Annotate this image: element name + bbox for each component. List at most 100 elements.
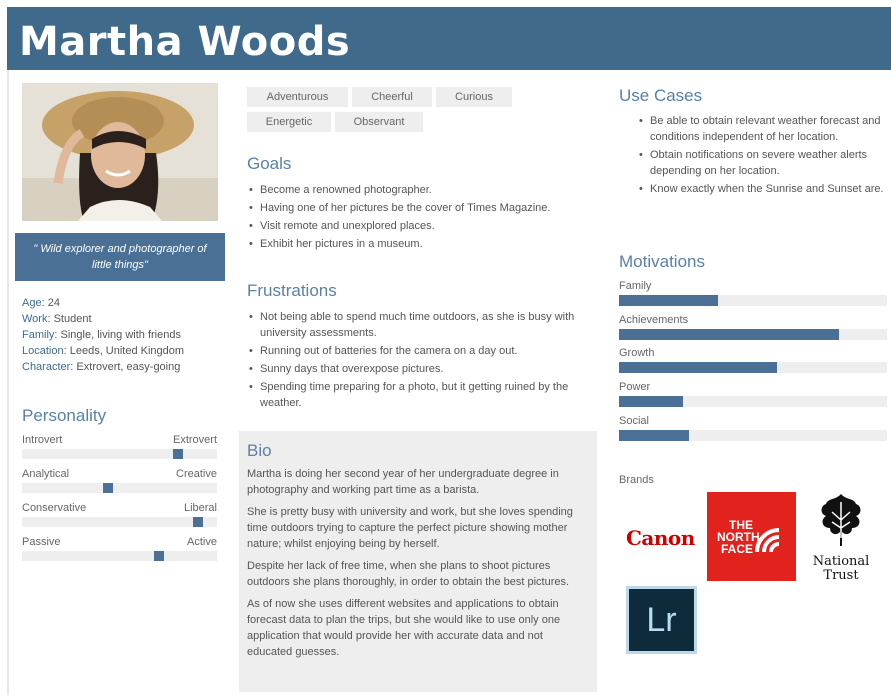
scale-right-label: Active bbox=[187, 536, 217, 548]
tnf-arcs-icon bbox=[755, 528, 780, 553]
fact-family: Family: Single, living with friends bbox=[22, 327, 222, 343]
persona-facts: Age: 24 Work: Student Family: Single, li… bbox=[22, 295, 222, 375]
scale-left-label: Analytical bbox=[22, 468, 70, 480]
motivation-fill bbox=[619, 362, 778, 373]
persona-photo-illustration bbox=[22, 83, 218, 221]
header-bar: Martha Woods bbox=[7, 7, 891, 70]
goals-list: Become a renowned photographer. Having o… bbox=[247, 182, 587, 254]
motivation-fill bbox=[619, 396, 684, 407]
motivation-fill bbox=[619, 329, 839, 340]
list-item: Obtain notifications on severe weather a… bbox=[637, 147, 887, 179]
motivation-row: Achievements bbox=[619, 314, 887, 340]
use-cases-list: Be able to obtain relevant weather forec… bbox=[637, 113, 887, 199]
list-item: Know exactly when the Sunrise and Sunset… bbox=[637, 181, 887, 197]
nt-line: Trust bbox=[823, 568, 859, 583]
oak-leaf-icon bbox=[821, 494, 861, 546]
scale-right-label: Creative bbox=[176, 468, 217, 480]
fact-label: Age: bbox=[22, 297, 45, 309]
bio-paragraph: As of now she uses different websites an… bbox=[247, 598, 561, 658]
scale-left-label: Introvert bbox=[22, 434, 63, 446]
list-item: Be able to obtain relevant weather forec… bbox=[637, 113, 887, 145]
the-north-face-logo: THE NORTH FACE bbox=[707, 492, 796, 581]
fact-value: Student bbox=[53, 313, 92, 325]
scale-right-label: Liberal bbox=[183, 502, 217, 514]
personality-scale: Analytical Creative bbox=[22, 468, 217, 493]
trait-tag: Cheerful bbox=[352, 87, 432, 107]
personality-title: Personality bbox=[22, 406, 107, 425]
fact-value: Single, living with friends bbox=[60, 329, 181, 341]
scale-left-label: Passive bbox=[22, 536, 61, 548]
bio-paragraph: Despite her lack of free time, when she … bbox=[247, 560, 570, 588]
bio-paragraph: She is pretty busy with university and w… bbox=[247, 506, 573, 550]
motivation-label: Growth bbox=[619, 347, 655, 359]
frustrations-list: Not being able to spend much time outdoo… bbox=[247, 309, 592, 413]
trait-tag: Curious bbox=[436, 87, 512, 107]
list-item: Visit remote and unexplored places. bbox=[247, 218, 587, 234]
motivation-label: Achievements bbox=[619, 314, 689, 326]
brands-label: Brands bbox=[619, 474, 654, 486]
list-item: Not being able to spend much time outdoo… bbox=[247, 309, 592, 341]
list-item: Exhibit her pictures in a museum. bbox=[247, 236, 587, 252]
scale-track bbox=[22, 551, 217, 561]
use-cases-title: Use Cases bbox=[619, 86, 703, 105]
motivation-fill bbox=[619, 430, 689, 441]
scale-track bbox=[22, 449, 217, 459]
fact-label: Location: bbox=[22, 345, 67, 357]
personality-scale: Introvert Extrovert bbox=[22, 434, 217, 459]
fact-work: Work: Student bbox=[22, 311, 222, 327]
motivation-row: Power bbox=[619, 381, 887, 407]
motivation-label: Social bbox=[619, 415, 649, 427]
persona-name: Martha Woods bbox=[19, 19, 351, 65]
motivation-label: Power bbox=[619, 381, 651, 393]
nt-line: National bbox=[812, 554, 870, 569]
persona-quote: " Wild explorer and photographer of litt… bbox=[15, 233, 225, 281]
trait-tags: Adventurous Cheerful Curious Energetic Obse… bbox=[247, 87, 537, 137]
motivation-row: Family bbox=[619, 280, 887, 306]
bio-panel: Bio Martha is doing her second year of h… bbox=[239, 431, 597, 692]
scale-right-label: Extrovert bbox=[172, 434, 217, 446]
personality-scale: Conservative Liberal bbox=[22, 502, 217, 527]
scale-knob bbox=[173, 449, 183, 459]
list-item: Sunny days that overexpose pictures. bbox=[247, 361, 592, 377]
scale-track bbox=[22, 483, 217, 493]
bio-paragraph: Martha is doing her second year of her u… bbox=[247, 468, 559, 496]
trait-tag: Energetic bbox=[247, 112, 331, 132]
motivation-track bbox=[619, 396, 887, 407]
trait-tag: Adventurous bbox=[247, 87, 348, 107]
left-divider bbox=[7, 70, 9, 695]
fact-label: Work: bbox=[22, 313, 51, 325]
lightroom-logo: Lr bbox=[626, 586, 697, 654]
list-item: Spending time preparing for a photo, but… bbox=[247, 379, 592, 411]
list-item: Become a renowned photographer. bbox=[247, 182, 587, 198]
scale-track bbox=[22, 517, 217, 527]
canon-logo: Canon bbox=[626, 526, 695, 550]
motivation-track bbox=[619, 295, 887, 306]
goals-title: Goals bbox=[247, 154, 292, 173]
motivation-fill bbox=[619, 295, 719, 306]
motivations-title: Motivations bbox=[619, 252, 705, 271]
trait-tag: Observant bbox=[335, 112, 423, 132]
list-item: Having one of her pictures be the cover … bbox=[247, 200, 587, 216]
motivation-track bbox=[619, 329, 887, 340]
fact-value: Leeds, United Kingdom bbox=[69, 345, 185, 357]
scale-knob bbox=[153, 551, 164, 561]
motivation-row: Social bbox=[619, 415, 887, 441]
national-trust-logo: National Trust bbox=[808, 492, 874, 584]
motivation-label: Family bbox=[619, 280, 652, 292]
bio-title: Bio bbox=[247, 441, 272, 460]
frustrations-title: Frustrations bbox=[247, 281, 337, 300]
fact-label: Family: bbox=[22, 329, 58, 341]
fact-value: Extrovert, easy-going bbox=[76, 361, 181, 373]
scale-knob bbox=[102, 483, 113, 493]
fact-character: Character: Extrovert, easy-going bbox=[22, 359, 222, 375]
fact-label: Character: bbox=[22, 361, 74, 373]
motivation-row: Growth bbox=[619, 347, 887, 373]
persona-photo bbox=[22, 83, 218, 221]
scale-left-label: Conservative bbox=[22, 502, 87, 514]
lightroom-logo-text: Lr bbox=[629, 589, 694, 651]
personality-scale: Passive Active bbox=[22, 536, 217, 561]
fact-location: Location: Leeds, United Kingdom bbox=[22, 343, 222, 359]
fact-value: 24 bbox=[47, 297, 60, 309]
list-item: Running out of batteries for the camera … bbox=[247, 343, 592, 359]
motivation-track bbox=[619, 430, 887, 441]
